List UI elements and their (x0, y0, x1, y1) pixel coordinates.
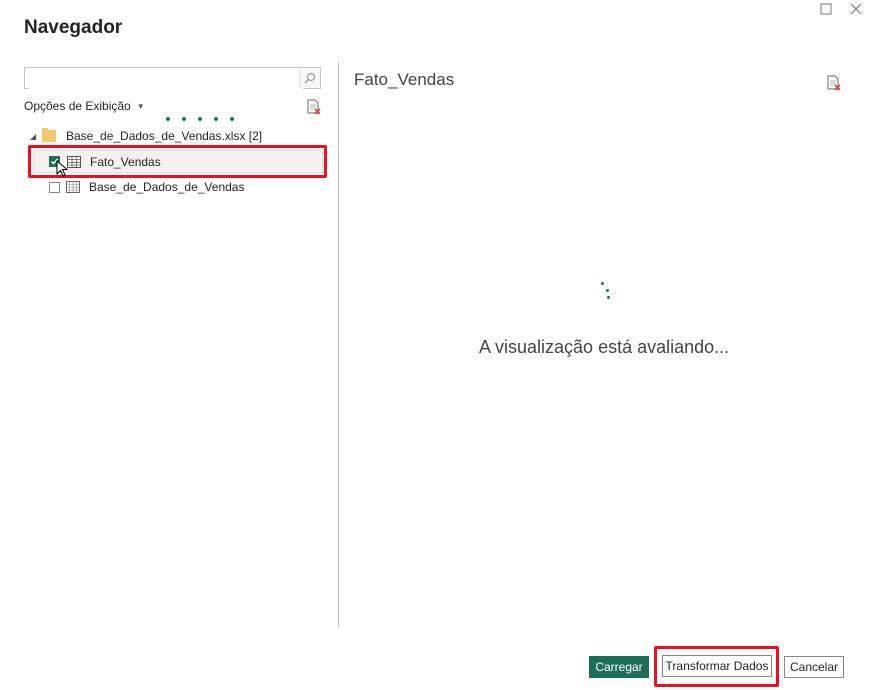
close-button[interactable] (850, 2, 866, 18)
close-icon (850, 3, 862, 15)
display-options-dropdown[interactable]: Opções de Exibição ▼ (24, 99, 145, 113)
preview-status-text: A visualização está avaliando... (479, 337, 730, 357)
panel-divider (338, 62, 339, 627)
document-refresh-icon (827, 75, 841, 91)
refresh-document-icon (307, 99, 321, 115)
display-options-label: Opções de Exibição (24, 99, 131, 113)
folder-icon (42, 128, 56, 142)
tree-item-base-de-dados-de-vendas[interactable]: Base_de_Dados_de_Vendas (49, 179, 244, 195)
search-icon (304, 72, 316, 84)
transform-data-button[interactable]: Transformar Dados (662, 655, 772, 677)
search-button[interactable] (299, 68, 320, 88)
chevron-down-icon: ▼ (136, 101, 145, 111)
tree-item-label: Fato_Vendas (90, 154, 161, 169)
tree-item-fato-vendas[interactable]: Fato_Vendas (33, 150, 323, 173)
preview-options-button[interactable] (826, 75, 842, 91)
maximize-icon (820, 3, 832, 15)
search-box[interactable] (24, 67, 321, 89)
dialog-title: Navegador (24, 17, 123, 38)
tree-item-label: Base_de_Dados_de_Vendas (89, 180, 245, 194)
mouse-cursor-icon (56, 160, 69, 177)
checkbox-base-de-dados[interactable] (49, 181, 60, 193)
refresh-button[interactable] (306, 99, 322, 115)
collapse-triangle-icon[interactable]: ◢ (30, 132, 42, 141)
cancel-button[interactable]: Cancelar (784, 656, 844, 678)
tree-folder-label: Base_de_Dados_de_Vendas.xlsx [2] (66, 129, 263, 143)
loading-dots (166, 117, 234, 121)
loading-spinner-icon (598, 280, 614, 304)
load-button[interactable]: Carregar (589, 656, 649, 678)
search-input[interactable] (29, 69, 303, 89)
sheet-icon (66, 181, 80, 193)
tree-folder[interactable]: ◢ Base_de_Dados_de_Vendas.xlsx [2] (30, 128, 262, 144)
preview-title: Fato_Vendas (354, 70, 455, 89)
maximize-button[interactable] (820, 2, 836, 18)
